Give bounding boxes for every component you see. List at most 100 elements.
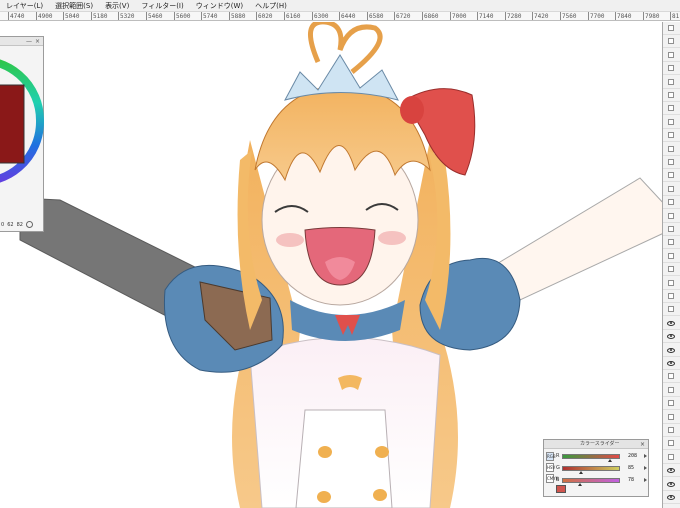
layer-row[interactable] [663, 437, 680, 451]
eye-icon[interactable] [667, 320, 675, 326]
channel-value-r[interactable]: 208 [628, 453, 637, 459]
eye-icon[interactable] [667, 481, 675, 487]
layer-row[interactable] [663, 22, 680, 35]
close-icon[interactable]: × [35, 38, 40, 45]
chevron-right-icon[interactable] [644, 478, 647, 482]
layer-row[interactable] [663, 210, 680, 223]
layer-row[interactable] [663, 236, 680, 250]
layer-row[interactable] [663, 116, 680, 129]
layer-checkbox[interactable] [668, 51, 674, 58]
layer-row[interactable] [663, 143, 680, 156]
layer-row[interactable] [663, 263, 680, 277]
layer-row[interactable] [663, 478, 680, 491]
eye-icon[interactable] [667, 347, 675, 353]
layer-checkbox[interactable] [668, 386, 674, 393]
slider-knob-b[interactable] [577, 483, 582, 486]
layer-row[interactable] [663, 397, 680, 411]
layer-checkbox[interactable] [668, 145, 674, 152]
layer-row[interactable] [663, 62, 680, 76]
layer-checkbox[interactable] [668, 226, 674, 232]
layer-checkbox[interactable] [668, 413, 674, 420]
layer-row[interactable] [663, 196, 680, 210]
gear-icon[interactable] [25, 221, 33, 228]
layer-row[interactable] [663, 250, 680, 263]
layer-checkbox[interactable] [668, 400, 674, 407]
layer-row[interactable] [663, 89, 680, 102]
layer-checkbox[interactable] [668, 279, 674, 286]
slider-knob-g[interactable] [579, 471, 584, 474]
layer-row[interactable] [663, 491, 680, 504]
layer-row[interactable] [663, 411, 680, 424]
layer-row[interactable] [663, 330, 680, 344]
menu-filter[interactable]: フィルター(I) [141, 0, 183, 12]
layer-row[interactable] [663, 277, 680, 290]
layer-row[interactable] [663, 424, 680, 437]
menu-view[interactable]: 表示(V) [105, 0, 129, 12]
layer-checkbox[interactable] [668, 105, 674, 112]
layer-row[interactable] [663, 344, 680, 357]
saturation-box[interactable] [0, 84, 25, 164]
mode-tab-rgb[interactable]: RGB [546, 452, 556, 461]
chevron-right-icon[interactable] [644, 466, 647, 470]
layer-row[interactable] [663, 464, 680, 478]
channel-value-b[interactable]: 78 [628, 477, 634, 483]
menu-window[interactable]: ウィンドウ(W) [196, 0, 243, 12]
layer-checkbox[interactable] [668, 427, 674, 433]
layer-checkbox[interactable] [668, 252, 674, 259]
layer-row[interactable] [663, 303, 680, 317]
layer-row[interactable] [663, 129, 680, 143]
layer-row[interactable] [663, 290, 680, 303]
channel-value-g[interactable]: 85 [628, 465, 634, 471]
layer-checkbox[interactable] [668, 440, 674, 447]
mode-tab-hsv[interactable]: HSV [546, 463, 555, 472]
layer-checkbox[interactable] [668, 293, 674, 299]
layer-checkbox[interactable] [668, 38, 674, 45]
layer-row[interactable] [663, 156, 680, 169]
mode-tab-cmyk[interactable]: CMYK [546, 474, 558, 483]
layer-row[interactable] [663, 357, 680, 370]
layer-checkbox[interactable] [668, 373, 674, 380]
layer-checkbox[interactable] [668, 453, 674, 460]
minimize-icon[interactable]: — [26, 38, 32, 45]
layer-row[interactable] [663, 49, 680, 62]
eye-icon[interactable] [667, 361, 675, 366]
layer-row[interactable] [663, 384, 680, 397]
close-icon[interactable]: × [640, 440, 645, 449]
layer-row[interactable] [663, 370, 680, 384]
layer-row[interactable] [663, 76, 680, 89]
layer-row[interactable] [663, 451, 680, 464]
color-wheel[interactable] [0, 49, 44, 199]
layer-row[interactable] [663, 35, 680, 49]
layer-row[interactable] [663, 317, 680, 330]
eye-icon[interactable] [667, 334, 675, 340]
layer-checkbox[interactable] [668, 78, 674, 85]
layer-row[interactable] [663, 169, 680, 183]
layer-checkbox[interactable] [668, 212, 674, 219]
layer-row[interactable] [663, 102, 680, 116]
layer-checkbox[interactable] [668, 159, 674, 165]
layer-checkbox[interactable] [668, 185, 674, 192]
layer-checkbox[interactable] [668, 92, 674, 98]
layer-checkbox[interactable] [668, 65, 674, 72]
menu-help[interactable]: ヘルプ(H) [255, 0, 287, 12]
eye-icon[interactable] [667, 468, 675, 474]
layer-checkbox[interactable] [668, 132, 674, 139]
layer-checkbox[interactable] [668, 118, 674, 125]
layer-checkbox[interactable] [668, 306, 674, 313]
menu-selection[interactable]: 選択範囲(S) [55, 0, 93, 12]
drawing-canvas[interactable] [0, 22, 680, 508]
layer-checkbox[interactable] [668, 199, 674, 206]
layer-row[interactable] [663, 223, 680, 236]
layer-checkbox[interactable] [668, 25, 674, 31]
layer-checkbox[interactable] [668, 172, 674, 179]
current-color-swatch[interactable] [556, 485, 566, 493]
chevron-right-icon[interactable] [644, 454, 647, 458]
layer-checkbox[interactable] [668, 239, 674, 246]
slider-knob-r[interactable] [607, 459, 612, 462]
slider-track-g[interactable] [562, 466, 620, 471]
layer-row[interactable] [663, 183, 680, 196]
menu-layer[interactable]: レイヤー(L) [6, 0, 43, 12]
slider-track-b[interactable] [562, 478, 620, 483]
eye-icon[interactable] [667, 495, 675, 500]
layer-checkbox[interactable] [668, 266, 674, 273]
